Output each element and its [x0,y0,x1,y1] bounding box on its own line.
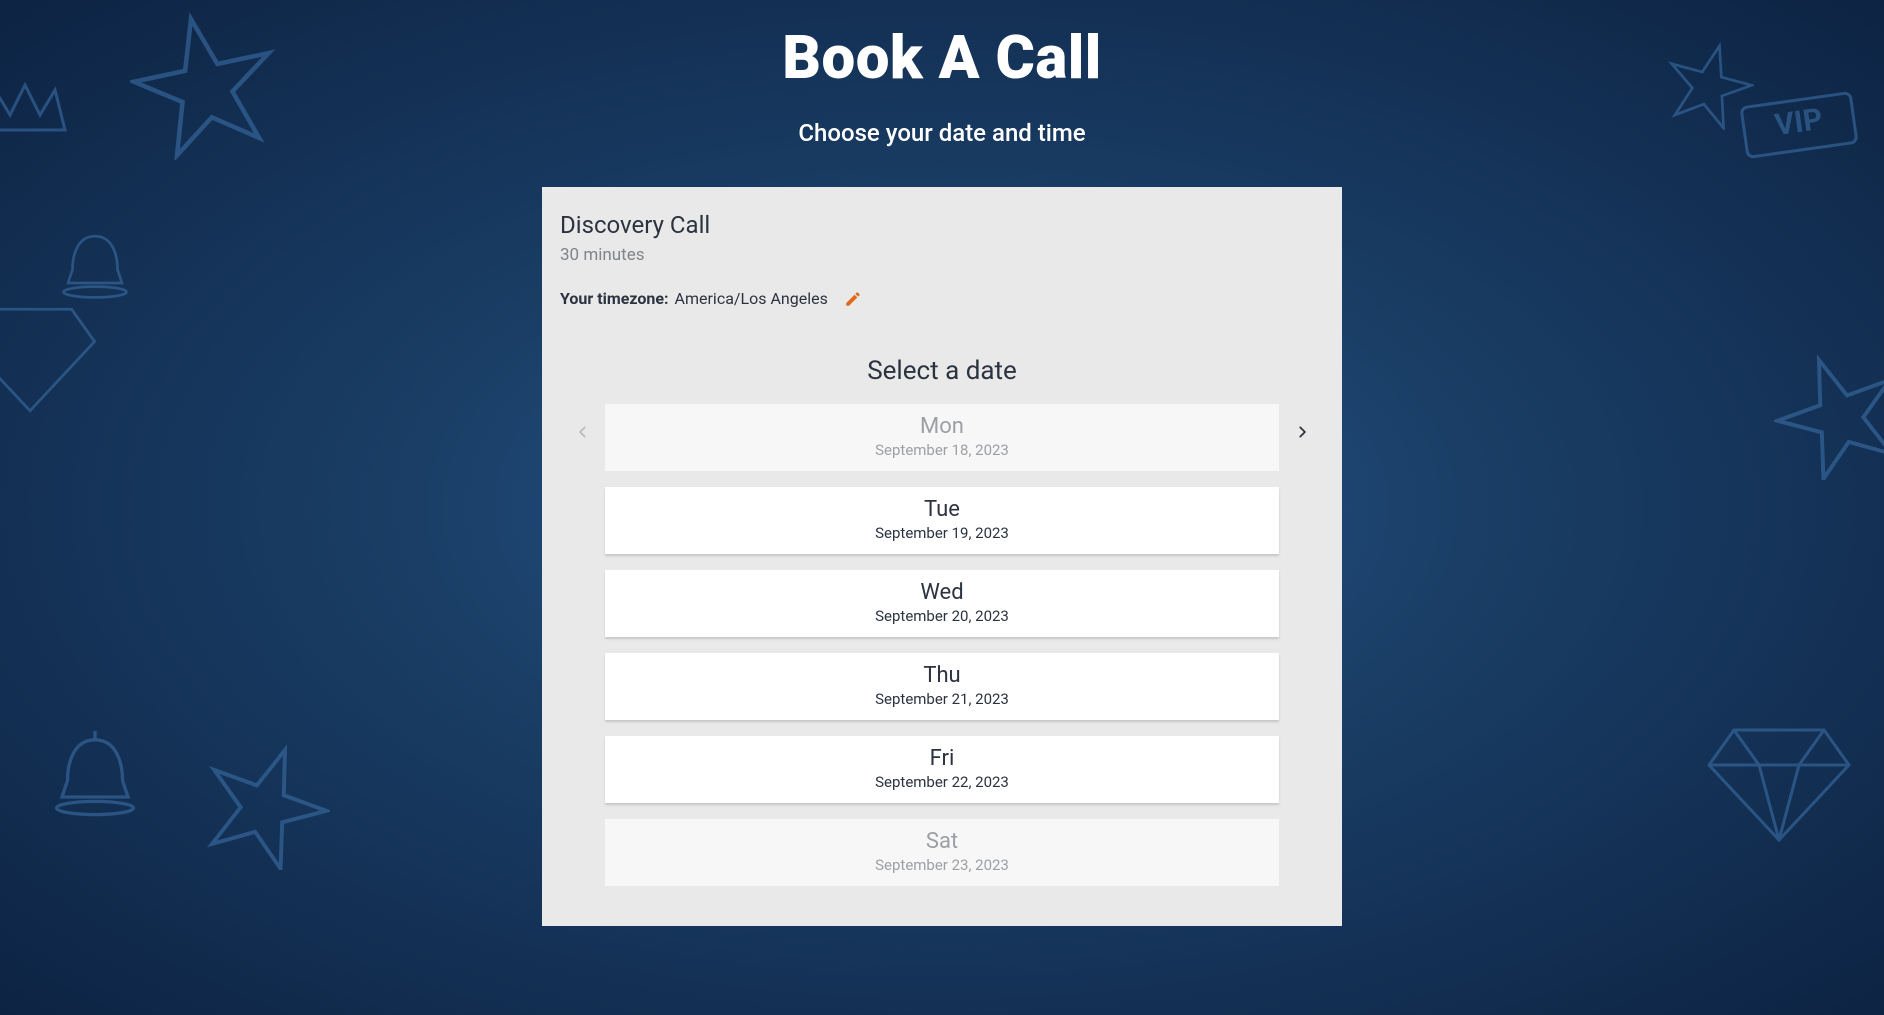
date-full-label: September 18, 2023 [613,441,1271,459]
next-week-button[interactable] [1295,422,1309,442]
timezone-label: Your timezone: [560,289,669,308]
date-day-label: Sat [613,829,1271,854]
date-option: Sat September 23, 2023 [605,819,1279,886]
prev-week-nav [560,404,605,442]
date-day-label: Tue [613,497,1271,522]
edit-timezone-button[interactable] [844,290,862,308]
timezone-row: Your timezone: America/Los Angeles [560,289,1324,308]
page-subtitle: Choose your date and time [798,119,1085,147]
date-day-label: Wed [613,580,1271,605]
pencil-icon [844,290,862,308]
page-title: Book A Call [782,22,1101,93]
date-picker: Mon September 18, 2023 Tue September 19, 20… [560,404,1324,886]
date-option[interactable]: Wed September 20, 2023 [605,570,1279,637]
date-full-label: September 23, 2023 [613,856,1271,874]
date-day-label: Fri [613,746,1271,771]
date-full-label: September 20, 2023 [613,607,1271,625]
date-option[interactable]: Fri September 22, 2023 [605,736,1279,803]
booking-card: Discovery Call 30 minutes Your timezone:… [542,187,1342,926]
prev-week-button [576,422,590,442]
date-day-label: Thu [613,663,1271,688]
date-full-label: September 22, 2023 [613,773,1271,791]
chevron-right-icon [1295,425,1309,439]
select-date-heading: Select a date [560,356,1324,386]
date-full-label: September 19, 2023 [613,524,1271,542]
call-name: Discovery Call [560,211,1324,239]
date-option[interactable]: Tue September 19, 2023 [605,487,1279,554]
date-full-label: September 21, 2023 [613,690,1271,708]
date-option[interactable]: Thu September 21, 2023 [605,653,1279,720]
next-week-nav [1279,404,1324,442]
call-duration: 30 minutes [560,245,1324,265]
date-option: Mon September 18, 2023 [605,404,1279,471]
date-list: Mon September 18, 2023 Tue September 19, 20… [605,404,1279,886]
chevron-left-icon [576,425,590,439]
date-day-label: Mon [613,414,1271,439]
timezone-value: America/Los Angeles [675,289,828,308]
